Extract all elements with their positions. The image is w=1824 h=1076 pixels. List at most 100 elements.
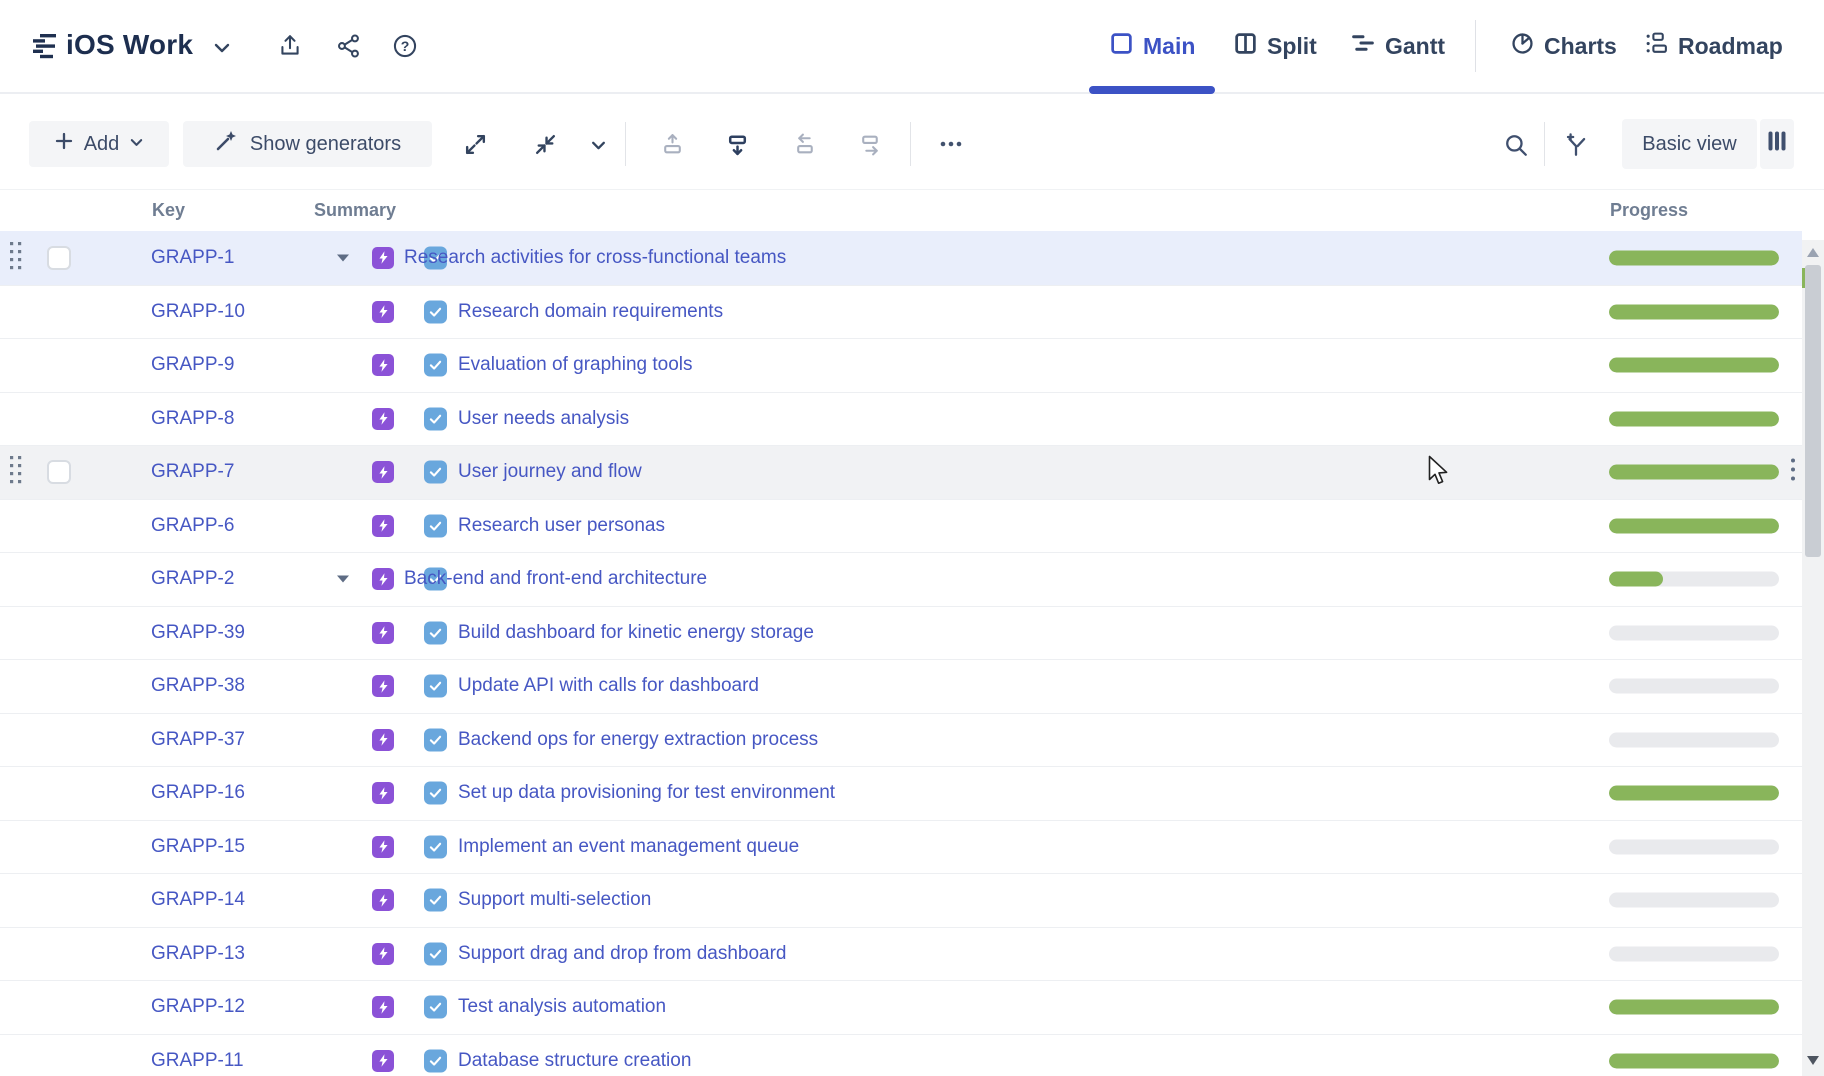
columns-icon xyxy=(1765,129,1789,159)
progress-bar xyxy=(1609,893,1779,908)
issue-summary[interactable]: Implement an event management queue xyxy=(458,836,799,858)
add-button[interactable]: Add xyxy=(29,121,169,167)
task-checkbox-icon xyxy=(424,675,447,698)
drag-handle-icon[interactable] xyxy=(8,454,24,490)
issue-summary[interactable]: Backend ops for energy extraction proces… xyxy=(458,729,818,751)
table-row[interactable]: GRAPP-2 Back-end and front-end architect… xyxy=(0,552,1802,606)
issue-summary[interactable]: Support drag and drop from dashboard xyxy=(458,943,787,965)
structure-title[interactable]: iOS Work xyxy=(66,29,193,61)
tab-split[interactable]: Split xyxy=(1233,0,1317,92)
more-actions-icon[interactable] xyxy=(938,136,964,157)
drag-handle-icon[interactable] xyxy=(8,240,24,276)
expand-all-icon[interactable] xyxy=(463,132,488,162)
table-row[interactable]: GRAPP-14 Support multi-selection xyxy=(0,873,1802,927)
columns-button[interactable] xyxy=(1760,119,1794,169)
table-row[interactable]: GRAPP-38 Update API with calls for dashb… xyxy=(0,659,1802,713)
issue-key[interactable]: GRAPP-7 xyxy=(151,461,234,483)
issue-key[interactable]: GRAPP-11 xyxy=(151,1050,244,1072)
table-row[interactable]: GRAPP-10 Research domain requirements xyxy=(0,285,1802,339)
issue-key[interactable]: GRAPP-39 xyxy=(151,622,245,644)
row-select-checkbox[interactable] xyxy=(47,246,71,270)
main-tab-icon xyxy=(1109,31,1134,61)
table-row[interactable]: GRAPP-13 Support drag and drop from dash… xyxy=(0,927,1802,981)
vertical-scrollbar[interactable] xyxy=(1802,240,1824,1076)
table-row[interactable]: GRAPP-12 Test analysis automation xyxy=(0,980,1802,1034)
epic-icon xyxy=(372,836,394,858)
collapse-all-icon[interactable] xyxy=(533,132,558,162)
scrollbar-thumb[interactable] xyxy=(1805,265,1821,557)
issue-key[interactable]: GRAPP-37 xyxy=(151,729,245,751)
table-row[interactable]: GRAPP-11 Database structure creation xyxy=(0,1034,1802,1076)
help-icon[interactable]: ? xyxy=(392,33,418,64)
scroll-up-icon[interactable] xyxy=(1807,248,1819,257)
issue-key[interactable]: GRAPP-14 xyxy=(151,889,245,911)
issue-summary[interactable]: Set up data provisioning for test enviro… xyxy=(458,782,835,804)
column-header-key[interactable]: Key xyxy=(152,190,185,231)
issue-key[interactable]: GRAPP-16 xyxy=(151,782,245,804)
table-row[interactable]: GRAPP-8 User needs analysis xyxy=(0,392,1802,446)
issue-key[interactable]: GRAPP-10 xyxy=(151,301,245,323)
show-generators-button[interactable]: Show generators xyxy=(183,121,432,167)
column-header-summary[interactable]: Summary xyxy=(314,190,396,231)
table-row[interactable]: GRAPP-9 Evaluation of graphing tools xyxy=(0,338,1802,392)
expand-level-chevron-icon[interactable] xyxy=(590,137,607,159)
tab-charts[interactable]: Charts xyxy=(1510,0,1617,92)
issue-summary[interactable]: Research activities for cross-functional… xyxy=(404,247,786,269)
task-checkbox-icon xyxy=(424,942,447,965)
issue-key[interactable]: GRAPP-6 xyxy=(151,515,234,537)
share-icon[interactable] xyxy=(336,33,362,64)
issue-key[interactable]: GRAPP-15 xyxy=(151,836,245,858)
table-row[interactable]: GRAPP-15 Implement an event management q… xyxy=(0,820,1802,874)
issue-summary[interactable]: Build dashboard for kinetic energy stora… xyxy=(458,622,814,644)
table-row[interactable]: GRAPP-37 Backend ops for energy extracti… xyxy=(0,713,1802,767)
issue-summary[interactable]: User needs analysis xyxy=(458,408,629,430)
epic-icon xyxy=(372,301,394,323)
chevron-down-icon[interactable] xyxy=(337,254,349,261)
issue-key[interactable]: GRAPP-13 xyxy=(151,943,245,965)
table-row[interactable]: GRAPP-16 Set up data provisioning for te… xyxy=(0,766,1802,820)
task-checkbox-icon xyxy=(424,728,447,751)
basic-view-button[interactable]: Basic view xyxy=(1622,119,1757,169)
issue-summary[interactable]: Evaluation of graphing tools xyxy=(458,354,693,376)
export-icon[interactable] xyxy=(277,33,303,64)
progress-bar xyxy=(1609,572,1779,587)
column-header-progress[interactable]: Progress xyxy=(1610,190,1688,231)
tab-gantt[interactable]: Gantt xyxy=(1350,0,1445,92)
issue-summary[interactable]: Database structure creation xyxy=(458,1050,691,1072)
issue-summary[interactable]: Research user personas xyxy=(458,515,665,537)
tab-main[interactable]: Main xyxy=(1109,0,1195,92)
indent-icon[interactable] xyxy=(858,132,883,162)
tab-roadmap[interactable]: Roadmap xyxy=(1644,0,1783,92)
transformations-icon[interactable] xyxy=(1563,132,1589,163)
scroll-down-icon[interactable] xyxy=(1807,1056,1819,1065)
move-down-icon[interactable] xyxy=(725,132,750,162)
title-chevron-icon[interactable] xyxy=(212,38,232,63)
issue-key[interactable]: GRAPP-38 xyxy=(151,675,245,697)
task-checkbox-icon xyxy=(424,782,447,805)
toolbar-divider xyxy=(625,122,626,166)
table-row[interactable]: GRAPP-1 Research activities for cross-fu… xyxy=(0,231,1802,285)
issue-summary[interactable]: Update API with calls for dashboard xyxy=(458,675,759,697)
issue-summary[interactable]: Research domain requirements xyxy=(458,301,723,323)
issue-key[interactable]: GRAPP-1 xyxy=(151,247,234,269)
move-up-icon[interactable] xyxy=(660,132,685,162)
tab-divider xyxy=(1475,20,1476,72)
chevron-down-icon[interactable] xyxy=(337,576,349,583)
issue-summary[interactable]: Support multi-selection xyxy=(458,889,651,911)
table-row[interactable]: GRAPP-39 Build dashboard for kinetic ene… xyxy=(0,606,1802,660)
issue-key[interactable]: GRAPP-2 xyxy=(151,568,234,590)
search-icon[interactable] xyxy=(1503,132,1529,163)
row-select-checkbox[interactable] xyxy=(47,460,71,484)
issue-summary[interactable]: User journey and flow xyxy=(458,461,642,483)
issue-summary[interactable]: Test analysis automation xyxy=(458,996,666,1018)
issue-summary[interactable]: Back-end and front-end architecture xyxy=(404,568,707,590)
table-row[interactable]: GRAPP-6 Research user personas xyxy=(0,499,1802,553)
row-menu-icon[interactable] xyxy=(1789,457,1797,488)
issue-key[interactable]: GRAPP-8 xyxy=(151,408,234,430)
task-checkbox-icon xyxy=(424,407,447,430)
active-tab-indicator xyxy=(1089,86,1215,94)
issue-key[interactable]: GRAPP-9 xyxy=(151,354,234,376)
issue-key[interactable]: GRAPP-12 xyxy=(151,996,245,1018)
table-row[interactable]: GRAPP-7 User journey and flow xyxy=(0,445,1802,499)
outdent-icon[interactable] xyxy=(793,132,818,162)
